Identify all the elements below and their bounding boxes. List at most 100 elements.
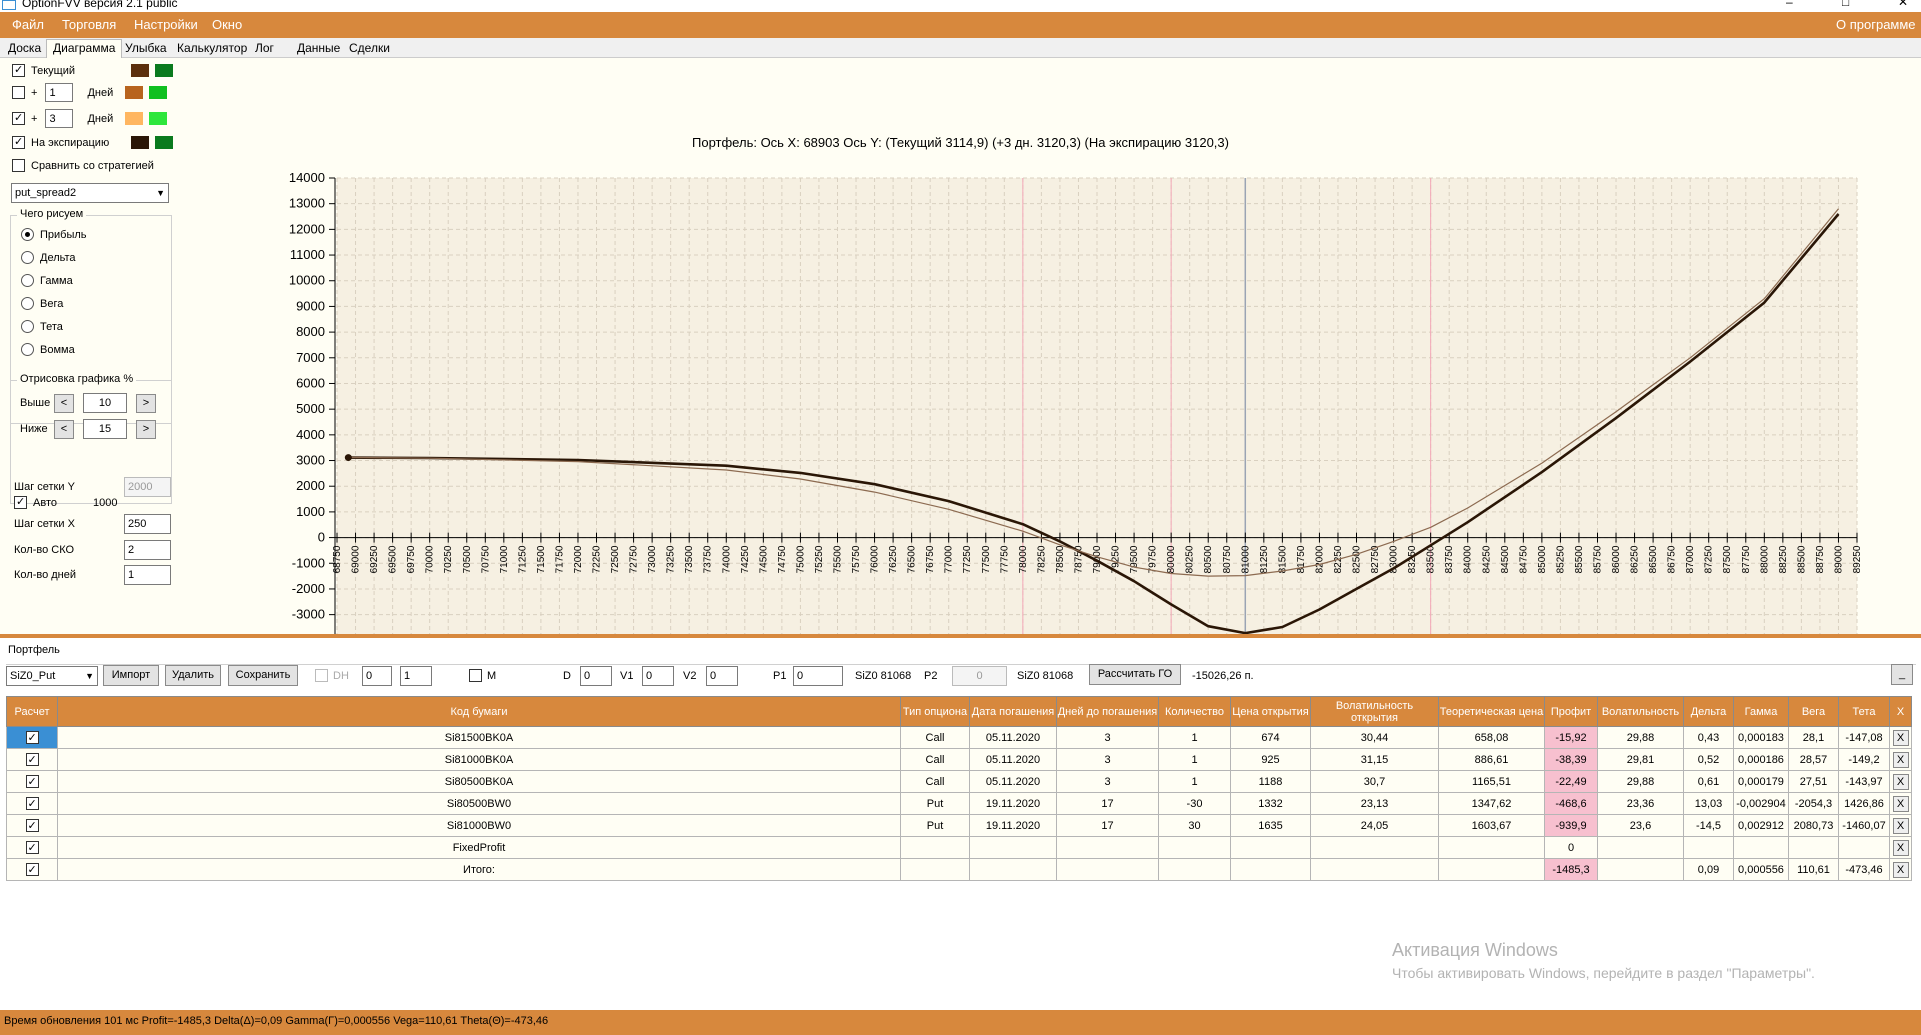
delete-row-cell[interactable]: X	[1889, 858, 1912, 881]
d-input[interactable]: 0	[580, 666, 612, 686]
column-header[interactable]: Профит	[1544, 696, 1598, 727]
menu-window[interactable]: Окно	[212, 17, 242, 32]
delete-row-button[interactable]: X	[1892, 773, 1909, 790]
x-tick-label: 73750	[703, 545, 714, 573]
table-cell: 29,81	[1597, 748, 1684, 771]
table-row[interactable]: Si81000BK0ACall05.11.20203192531,15886,6…	[6, 748, 1912, 771]
delete-button[interactable]: Удалить	[165, 665, 221, 686]
delete-row-cell[interactable]: X	[1889, 836, 1912, 859]
calculate-go-button[interactable]: Рассчитать ГО	[1089, 664, 1181, 685]
calc-checkbox-cell[interactable]	[6, 792, 58, 815]
column-header[interactable]: Расчет	[6, 696, 58, 727]
y-tick-label: -1000	[292, 555, 325, 570]
tab-log[interactable]: Лог	[255, 41, 274, 55]
table-cell	[1597, 836, 1684, 859]
column-header[interactable]: Волатильность открытия	[1310, 696, 1439, 727]
import-button[interactable]: Импорт	[103, 665, 159, 686]
tab-calculator[interactable]: Калькулятор	[177, 41, 247, 55]
maximize-window-icon[interactable]: □	[1842, 0, 1849, 9]
delete-row-button[interactable]: X	[1892, 751, 1909, 768]
tab-diagram[interactable]: Диаграмма	[46, 39, 123, 58]
minimize-window-icon[interactable]: –	[1786, 0, 1793, 9]
column-header[interactable]: Дата погашения	[969, 696, 1057, 727]
calc-checkbox[interactable]	[25, 753, 39, 766]
table-row[interactable]: FixedProfit 0 X	[6, 836, 1912, 859]
close-window-icon[interactable]: ✕	[1898, 0, 1908, 9]
p2-input[interactable]: 0	[952, 666, 1007, 686]
tab-board[interactable]: Доска	[8, 41, 41, 55]
save-button[interactable]: Сохранить	[228, 665, 298, 686]
calc-checkbox-cell[interactable]	[6, 858, 58, 881]
delete-row-button[interactable]: X	[1892, 817, 1909, 834]
calc-checkbox-cell[interactable]	[6, 726, 58, 749]
table-cell	[1438, 858, 1545, 881]
m-checkbox[interactable]	[469, 669, 482, 682]
x-tick-label: 70500	[462, 545, 473, 573]
dh-checkbox[interactable]	[315, 669, 328, 682]
delete-row-cell[interactable]: X	[1889, 814, 1912, 837]
column-header[interactable]: Теоретическая цена	[1438, 696, 1545, 727]
column-header[interactable]: Дней до погашения	[1056, 696, 1159, 727]
delete-row-button[interactable]: X	[1892, 861, 1909, 878]
x-tick-label: 72250	[592, 545, 603, 573]
table-cell: -30	[1158, 792, 1231, 815]
table-cell: 0,43	[1683, 726, 1734, 749]
table-cell: 23,13	[1310, 792, 1439, 815]
calc-checkbox[interactable]	[25, 731, 39, 744]
column-header[interactable]: Цена открытия	[1230, 696, 1311, 727]
delete-row-cell[interactable]: X	[1889, 748, 1912, 771]
x-tick-label: 87250	[1704, 545, 1715, 573]
column-header[interactable]: Тета	[1838, 696, 1890, 727]
table-cell: -939,9	[1544, 814, 1598, 837]
menu-trading[interactable]: Торговля	[62, 17, 116, 32]
calc-checkbox-cell[interactable]	[6, 748, 58, 771]
table-row[interactable]: Итого: -1485,3 0,090,000556110,61-473,46X	[6, 858, 1912, 881]
table-cell: 925	[1230, 748, 1311, 771]
calc-checkbox[interactable]	[25, 775, 39, 788]
column-header[interactable]: Тип опциона	[900, 696, 970, 727]
p1-input[interactable]: 0	[793, 666, 843, 686]
minimize-panel-button[interactable]: _	[1891, 664, 1913, 685]
calc-checkbox[interactable]	[25, 797, 39, 810]
x-tick-label: 71500	[536, 545, 547, 573]
table-row[interactable]: Si80500BK0ACall05.11.202031118830,71165,…	[6, 770, 1912, 793]
window-title: OptionFVV версия 2.1 public	[22, 0, 178, 10]
menu-about[interactable]: О программе	[1836, 17, 1916, 32]
column-header[interactable]: Количество	[1158, 696, 1231, 727]
x-tick-label: 82500	[1352, 545, 1363, 573]
delete-row-button[interactable]: X	[1892, 795, 1909, 812]
table-row[interactable]: Si81000BW0Put19.11.20201730163524,051603…	[6, 814, 1912, 837]
menu-settings[interactable]: Настройки	[134, 17, 198, 32]
calc-checkbox[interactable]	[25, 863, 39, 876]
table-cell: Si80500BW0	[57, 792, 901, 815]
dh-spin-1[interactable]: 0	[362, 666, 392, 686]
calc-checkbox[interactable]	[25, 819, 39, 832]
column-header[interactable]: X	[1889, 696, 1912, 727]
delete-row-button[interactable]: X	[1892, 839, 1909, 856]
delete-row-cell[interactable]: X	[1889, 770, 1912, 793]
delete-row-cell[interactable]: X	[1889, 792, 1912, 815]
calc-checkbox[interactable]	[25, 841, 39, 854]
portfolio-combo[interactable]: SiZ0_Put ▼	[6, 666, 98, 686]
column-header[interactable]: Дельта	[1683, 696, 1734, 727]
dh-spin-2[interactable]: 1	[400, 666, 432, 686]
v2-input[interactable]: 0	[706, 666, 738, 686]
y-tick-label: 5000	[296, 401, 325, 416]
column-header[interactable]: Вега	[1788, 696, 1839, 727]
menu-file[interactable]: Файл	[12, 17, 44, 32]
delete-row-cell[interactable]: X	[1889, 726, 1912, 749]
column-header[interactable]: Волатильность	[1597, 696, 1684, 727]
x-tick-label: 70750	[480, 545, 491, 573]
calc-checkbox-cell[interactable]	[6, 770, 58, 793]
calc-checkbox-cell[interactable]	[6, 814, 58, 837]
table-row[interactable]: Si81500BK0ACall05.11.20203167430,44658,0…	[6, 726, 1912, 749]
tab-smile[interactable]: Улыбка	[125, 41, 167, 55]
column-header[interactable]: Код бумаги	[57, 696, 901, 727]
v1-input[interactable]: 0	[642, 666, 674, 686]
tab-data[interactable]: Данные	[297, 41, 340, 55]
calc-checkbox-cell[interactable]	[6, 836, 58, 859]
table-row[interactable]: Si80500BW0Put19.11.202017-30133223,13134…	[6, 792, 1912, 815]
column-header[interactable]: Гамма	[1733, 696, 1789, 727]
tab-deals[interactable]: Сделки	[349, 41, 390, 55]
delete-row-button[interactable]: X	[1892, 729, 1909, 746]
